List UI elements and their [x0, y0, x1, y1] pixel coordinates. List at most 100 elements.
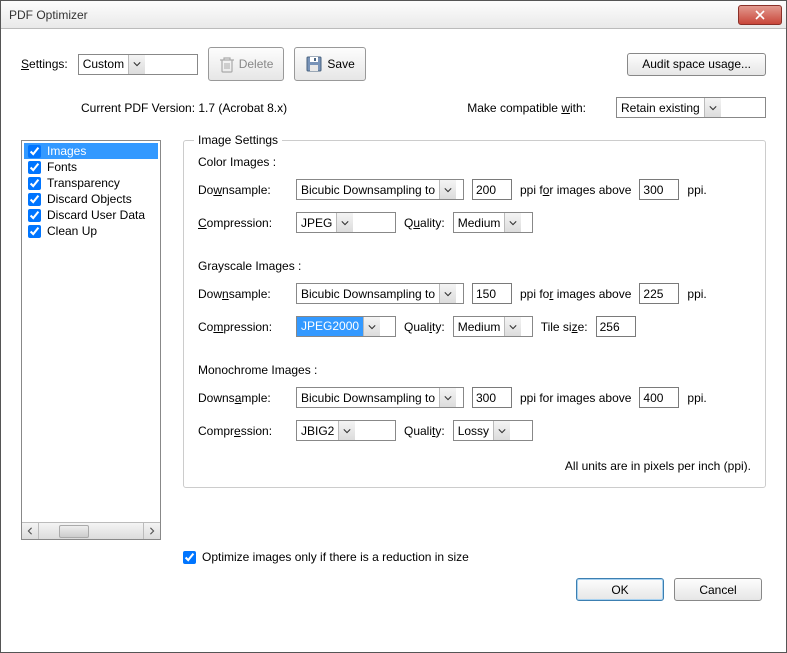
gray-ppi-input[interactable] [472, 283, 512, 304]
chevron-down-icon [504, 213, 521, 232]
ppi-suffix: ppi. [687, 183, 706, 197]
sidebar-item-label: Fonts [47, 160, 77, 174]
chevron-down-icon [439, 388, 456, 407]
close-button[interactable] [738, 5, 782, 25]
save-button[interactable]: Save [294, 47, 365, 81]
color-downsample-dropdown[interactable]: Bicubic Downsampling to [296, 179, 464, 200]
ppi-text: ppi for images above [520, 287, 631, 301]
mono-images-title: Monochrome Images : [198, 363, 751, 377]
dropdown-value: JPEG [297, 216, 336, 230]
optimize-only-reduction-label: Optimize images only if there is a reduc… [202, 550, 469, 564]
gray-downsample-label: Downsample: [198, 287, 288, 301]
audit-button[interactable]: Audit space usage... [627, 53, 766, 76]
sidebar-item-discard-objects[interactable]: Discard Objects [24, 191, 158, 207]
gray-downsample-dropdown[interactable]: Bicubic Downsampling to [296, 283, 464, 304]
chevron-down-icon [128, 55, 145, 74]
image-settings-panel: Image Settings Color Images : Downsample… [183, 140, 766, 488]
color-compression-dropdown[interactable]: JPEG [296, 212, 396, 233]
gray-compression-label: Compression: [198, 320, 288, 334]
scroll-left-icon[interactable] [22, 523, 39, 539]
chevron-down-icon [439, 284, 456, 303]
mono-quality-label: Quality: [404, 424, 445, 438]
settings-label: Settings: [21, 57, 68, 71]
dropdown-value: JBIG2 [297, 424, 338, 438]
mono-downsample-dropdown[interactable]: Bicubic Downsampling to [296, 387, 464, 408]
sidebar-item-label: Discard User Data [47, 208, 145, 222]
mono-downsample-label: Downsample: [198, 391, 288, 405]
gray-compression-dropdown[interactable]: JPEG2000 [296, 316, 396, 337]
category-list[interactable]: Images Fonts Transparency Discard Object… [21, 140, 161, 540]
cancel-button[interactable]: Cancel [674, 578, 762, 601]
mono-compression-dropdown[interactable]: JBIG2 [296, 420, 396, 441]
trash-icon [219, 55, 235, 73]
ok-button[interactable]: OK [576, 578, 664, 601]
sidebar-check-images[interactable] [28, 145, 41, 158]
chevron-down-icon [439, 180, 456, 199]
window-title: PDF Optimizer [9, 8, 738, 22]
content-area: Settings: Custom Delete Save Audit space… [1, 29, 786, 652]
tile-size-label: Tile size: [541, 320, 588, 334]
ppi-suffix: ppi. [687, 391, 706, 405]
cancel-label: Cancel [699, 583, 736, 597]
sidebar-item-discard-user-data[interactable]: Discard User Data [24, 207, 158, 223]
chevron-down-icon [363, 317, 380, 336]
sidebar-check-clean-up[interactable] [28, 225, 41, 238]
ppi-suffix: ppi. [687, 287, 706, 301]
ppi-text: ppi for images above [520, 391, 631, 405]
gray-tile-input[interactable] [596, 316, 636, 337]
sidebar-item-images[interactable]: Images [24, 143, 158, 159]
sidebar-item-fonts[interactable]: Fonts [24, 159, 158, 175]
scroll-right-icon[interactable] [143, 523, 160, 539]
ok-label: OK [611, 583, 628, 597]
dropdown-value: Medium [454, 320, 505, 334]
scroll-thumb[interactable] [59, 525, 89, 538]
titlebar: PDF Optimizer [1, 1, 786, 29]
gray-above-input[interactable] [639, 283, 679, 304]
pdf-version-label: Current PDF Version: 1.7 (Acrobat 8.x) [81, 101, 287, 115]
delete-button[interactable]: Delete [208, 47, 285, 81]
gray-quality-dropdown[interactable]: Medium [453, 316, 533, 337]
color-ppi-input[interactable] [472, 179, 512, 200]
compat-label: Make compatible with: [467, 101, 586, 115]
sidebar-check-discard-user-data[interactable] [28, 209, 41, 222]
gray-images-title: Grayscale Images : [198, 259, 751, 273]
dropdown-value: Bicubic Downsampling to [297, 287, 439, 301]
dropdown-value: JPEG2000 [297, 317, 363, 336]
sidebar-check-transparency[interactable] [28, 177, 41, 190]
mono-quality-dropdown[interactable]: Lossy [453, 420, 533, 441]
panel-legend: Image Settings [194, 133, 282, 147]
chevron-down-icon [704, 98, 721, 117]
units-note: All units are in pixels per inch (ppi). [198, 459, 751, 473]
sidebar-item-label: Transparency [47, 176, 120, 190]
sidebar-item-label: Images [47, 144, 86, 158]
settings-dropdown[interactable]: Custom [78, 54, 198, 75]
chevron-down-icon [493, 421, 510, 440]
chevron-down-icon [504, 317, 521, 336]
color-quality-dropdown[interactable]: Medium [453, 212, 533, 233]
sidebar-check-fonts[interactable] [28, 161, 41, 174]
sidebar-item-label: Discard Objects [47, 192, 132, 206]
settings-value: Custom [79, 57, 128, 71]
sidebar-item-label: Clean Up [47, 224, 97, 238]
dropdown-value: Lossy [454, 424, 493, 438]
mono-ppi-input[interactable] [472, 387, 512, 408]
mono-above-input[interactable] [639, 387, 679, 408]
close-icon [755, 10, 765, 20]
floppy-icon [305, 55, 323, 73]
compat-dropdown[interactable]: Retain existing [616, 97, 766, 118]
color-images-title: Color Images : [198, 155, 751, 169]
audit-label: Audit space usage... [642, 57, 751, 71]
sidebar-item-clean-up[interactable]: Clean Up [24, 223, 158, 239]
color-above-input[interactable] [639, 179, 679, 200]
dropdown-value: Bicubic Downsampling to [297, 391, 439, 405]
sidebar-hscroll[interactable] [22, 522, 160, 539]
delete-label: Delete [239, 57, 274, 71]
sidebar-check-discard-objects[interactable] [28, 193, 41, 206]
color-downsample-label: Downsample: [198, 183, 288, 197]
optimize-only-reduction-checkbox[interactable] [183, 551, 196, 564]
sidebar-item-transparency[interactable]: Transparency [24, 175, 158, 191]
pdf-optimizer-window: PDF Optimizer Settings: Custom Delete Sa… [0, 0, 787, 653]
ppi-text: ppi for images above [520, 183, 631, 197]
compat-value: Retain existing [617, 101, 704, 115]
mono-compression-label: Compression: [198, 424, 288, 438]
